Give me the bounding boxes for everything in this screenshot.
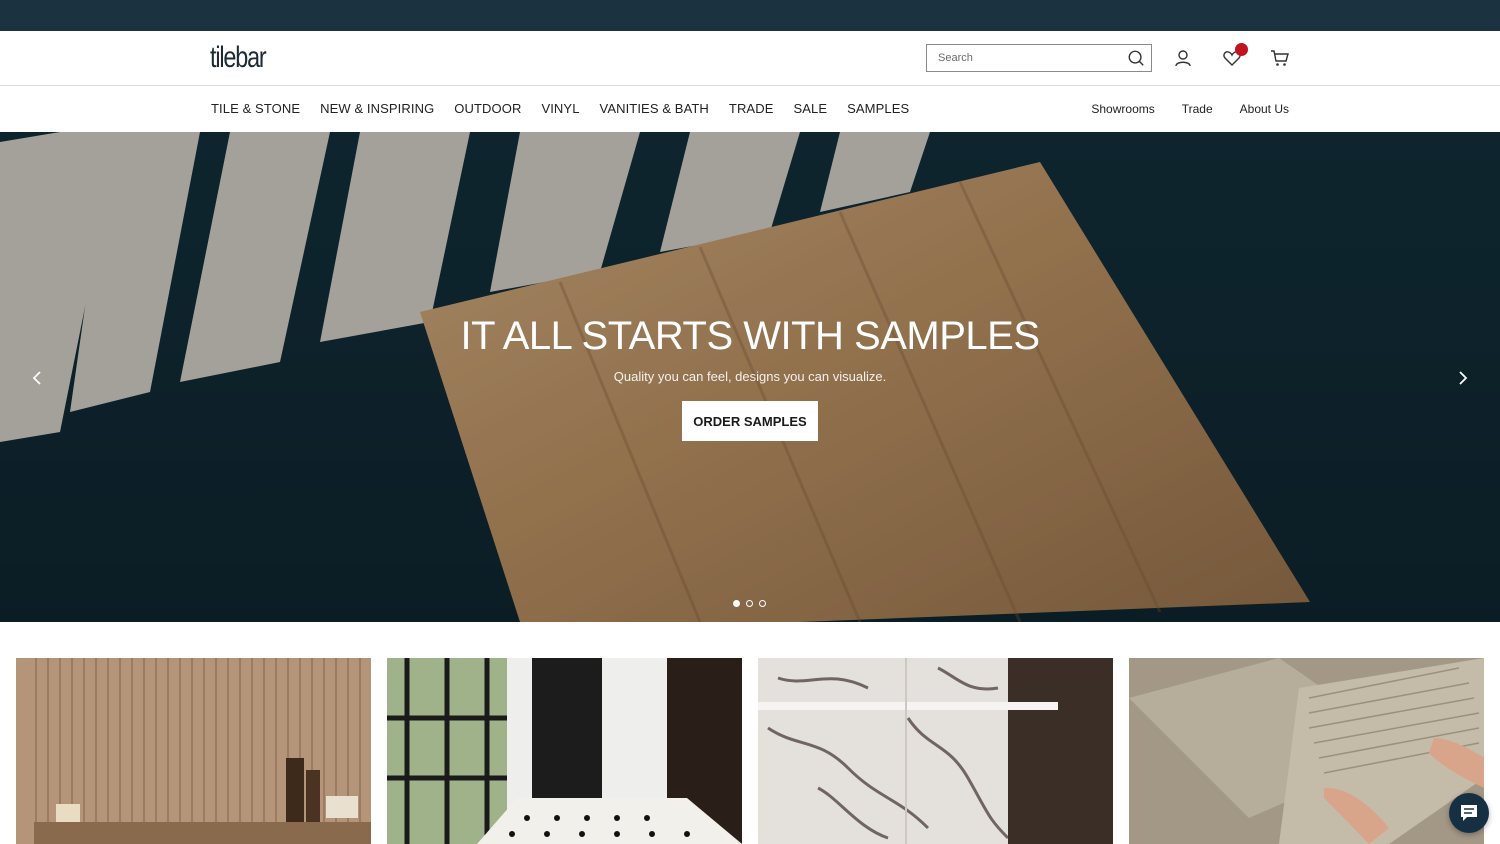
order-samples-button[interactable]: ORDER SAMPLES (682, 401, 818, 441)
nav-link-trade[interactable]: Trade (1182, 102, 1213, 116)
carousel-dot-1[interactable] (733, 600, 740, 607)
category-tile-entryway[interactable] (387, 658, 742, 844)
search-icon[interactable] (1127, 49, 1145, 67)
wishlist-badge (1235, 43, 1248, 56)
secondary-menu: Showrooms Trade About Us (1064, 102, 1289, 116)
carousel-dot-3[interactable] (759, 600, 766, 607)
carousel-dot-2[interactable] (746, 600, 753, 607)
category-image-1 (16, 658, 371, 844)
nav-item-trade[interactable]: TRADE (729, 101, 774, 116)
nav-item-vanities-bath[interactable]: VANITIES & BATH (600, 101, 709, 116)
main-nav: TILE & STONE NEW & INSPIRING OUTDOOR VIN… (0, 86, 1500, 132)
nav-item-tile-stone[interactable]: TILE & STONE (211, 101, 300, 116)
category-image-3 (758, 658, 1113, 844)
site-header: tilebar (0, 31, 1500, 86)
search-input[interactable] (927, 45, 1117, 71)
hero-subtitle: Quality you can feel, designs you can vi… (613, 369, 887, 384)
tilebar-logo[interactable]: tilebar (210, 41, 267, 75)
category-tile-textured[interactable] (1129, 658, 1484, 844)
nav-item-new-inspiring[interactable]: NEW & INSPIRING (320, 101, 434, 116)
hero-carousel: IT ALL STARTS WITH SAMPLES Quality you c… (0, 132, 1500, 622)
nav-item-outdoor[interactable]: OUTDOOR (454, 101, 521, 116)
search-box[interactable] (926, 44, 1152, 72)
nav-item-vinyl[interactable]: VINYL (541, 101, 579, 116)
user-icon[interactable] (1173, 48, 1193, 68)
category-tile-wood-slats[interactable] (16, 658, 371, 844)
chevron-left-icon[interactable] (27, 368, 47, 388)
hero-title: IT ALL STARTS WITH SAMPLES (460, 314, 1040, 358)
chat-button[interactable] (1449, 793, 1489, 833)
promo-bar (0, 0, 1500, 31)
category-tiles (16, 658, 1485, 844)
carousel-dots (733, 600, 766, 607)
nav-link-about-us[interactable]: About Us (1240, 102, 1289, 116)
chat-bubble-icon (1461, 805, 1477, 821)
category-image-2 (387, 658, 742, 844)
category-image-4 (1129, 658, 1484, 844)
nav-link-showrooms[interactable]: Showrooms (1091, 102, 1154, 116)
primary-menu: TILE & STONE NEW & INSPIRING OUTDOOR VIN… (211, 101, 929, 116)
chevron-right-icon[interactable] (1453, 368, 1473, 388)
cart-icon[interactable] (1270, 48, 1290, 68)
nav-item-samples[interactable]: SAMPLES (847, 101, 909, 116)
category-tile-marble[interactable] (758, 658, 1113, 844)
nav-item-sale[interactable]: SALE (793, 101, 827, 116)
